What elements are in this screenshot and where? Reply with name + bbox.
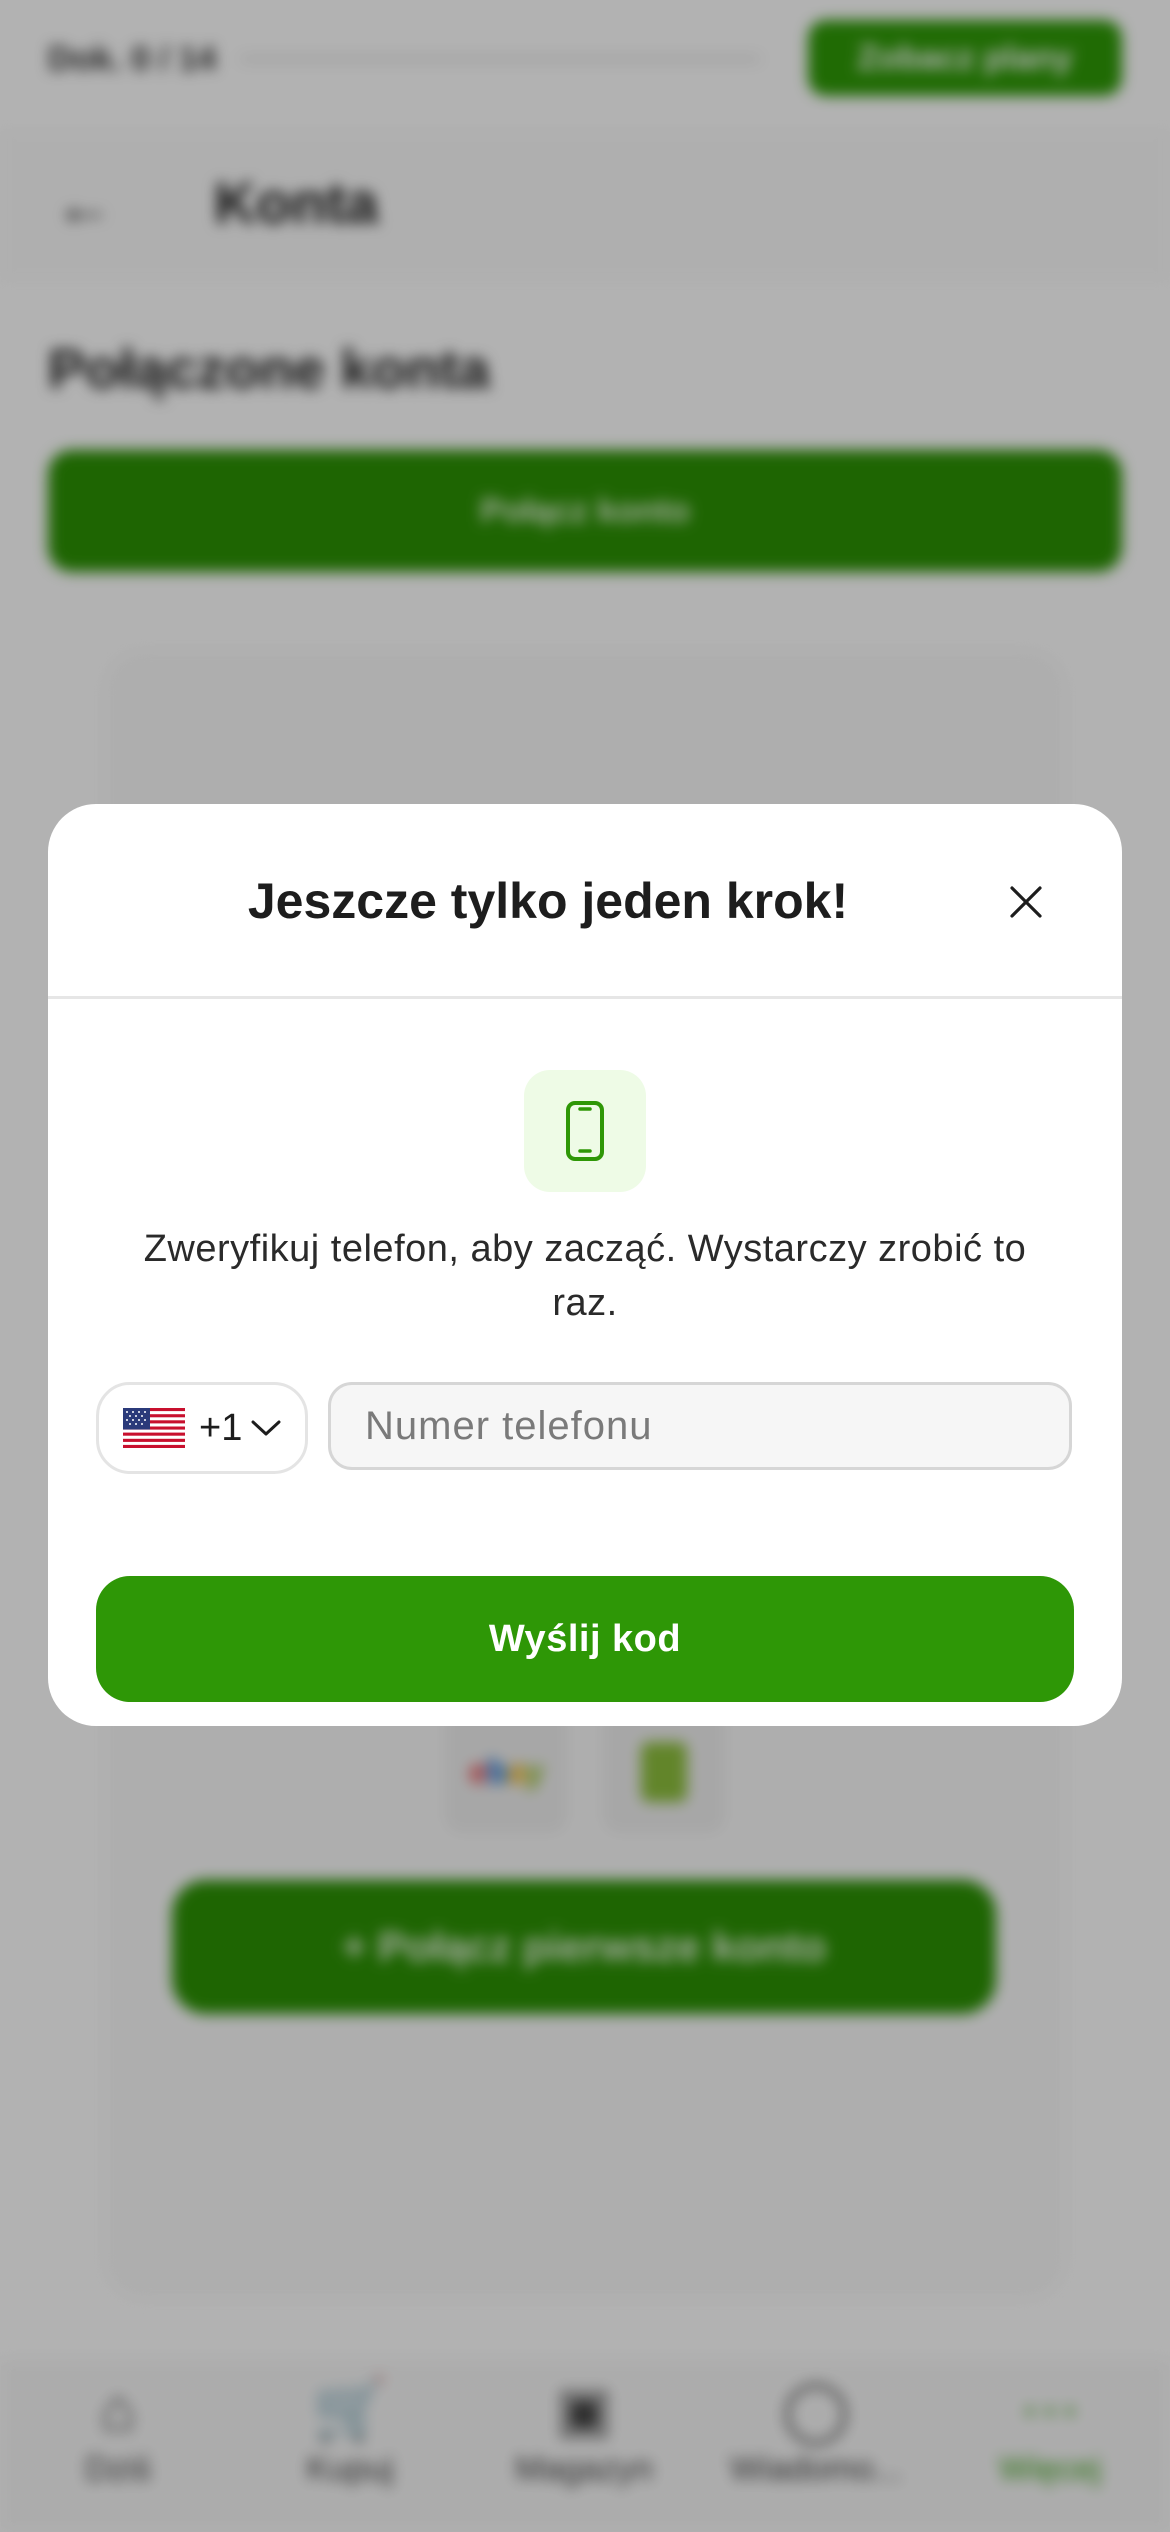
smartphone-icon [566, 1101, 604, 1161]
modal-divider [48, 996, 1122, 999]
close-button[interactable] [998, 874, 1054, 930]
chevron-down-icon [251, 1420, 281, 1436]
country-code-label: +1 [199, 1406, 243, 1449]
modal-description: Zweryfikuj telefon, aby zacząć. Wystarcz… [143, 1228, 1027, 1324]
phone-badge [524, 1070, 646, 1192]
country-code-select[interactable]: +1 [96, 1382, 308, 1474]
verify-phone-modal: Jeszcze tylko jeden krok! Zweryfikuj tel… [48, 804, 1122, 1726]
us-flag-icon [123, 1408, 185, 1448]
phone-number-input[interactable] [328, 1382, 1072, 1470]
send-code-button[interactable]: Wyślij kod [96, 1576, 1074, 1702]
close-icon [1010, 886, 1042, 918]
modal-title: Jeszcze tylko jeden krok! [247, 873, 849, 929]
